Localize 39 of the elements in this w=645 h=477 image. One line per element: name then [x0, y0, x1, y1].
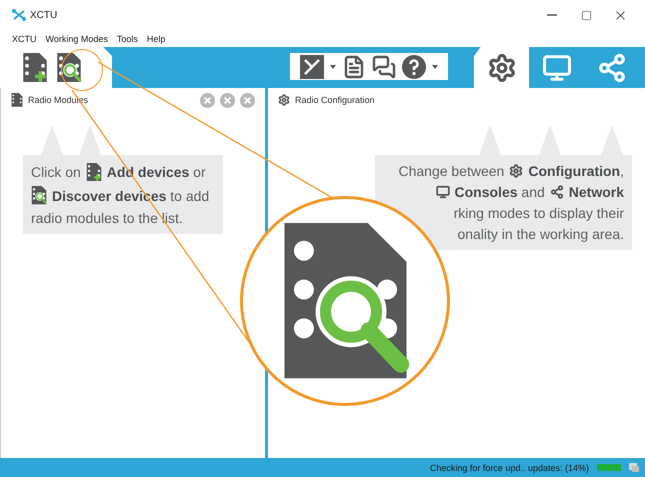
hint-text: Change between — [398, 163, 504, 179]
network-icon — [596, 52, 626, 82]
menu-item[interactable]: XCTU — [12, 34, 36, 44]
hint-text: onality in the working area. — [457, 226, 624, 242]
gear-icon — [278, 94, 290, 106]
window-icon — [629, 463, 639, 472]
minimize-icon — [547, 14, 557, 16]
menu-item[interactable]: Working Modes — [46, 34, 108, 44]
add-device-button[interactable] — [22, 52, 48, 82]
monitor-icon — [542, 52, 572, 82]
hint-text: Consoles and — [454, 184, 545, 200]
help-button[interactable] — [402, 54, 426, 78]
hint-text: Click on — [31, 164, 81, 180]
gear-icon — [486, 52, 516, 82]
status-text: Checking for force upd.. updates: (14%) — [430, 462, 589, 472]
maximize-icon — [580, 10, 592, 20]
panel-title: Radio Configuration — [295, 95, 376, 105]
tools-button[interactable] — [300, 54, 324, 78]
app-logo-icon — [12, 9, 26, 21]
monitor-icon — [436, 185, 450, 199]
hint-text: Network — [568, 184, 624, 200]
network-icon — [550, 185, 564, 199]
menu-item[interactable]: Help — [146, 34, 166, 44]
add-device-icon — [86, 163, 102, 182]
chat-icon[interactable] — [372, 54, 396, 78]
menu-item[interactable]: Tools — [116, 34, 138, 44]
window-title: XCTU — [30, 10, 58, 20]
progress-bar — [597, 464, 621, 471]
gear-icon — [509, 164, 524, 178]
module-icon — [11, 93, 23, 107]
highlight-ring — [61, 49, 103, 91]
discover-device-icon — [31, 186, 47, 205]
caret-icon[interactable] — [432, 64, 438, 68]
document-icon[interactable] — [342, 54, 366, 78]
hint-text: radio modules to the list. — [31, 210, 183, 226]
discover-devices-button[interactable] — [56, 52, 82, 82]
caret-icon[interactable] — [330, 64, 336, 68]
hint-text: Configuration, — [528, 163, 624, 179]
hint-text: rking modes to display their — [454, 205, 624, 221]
